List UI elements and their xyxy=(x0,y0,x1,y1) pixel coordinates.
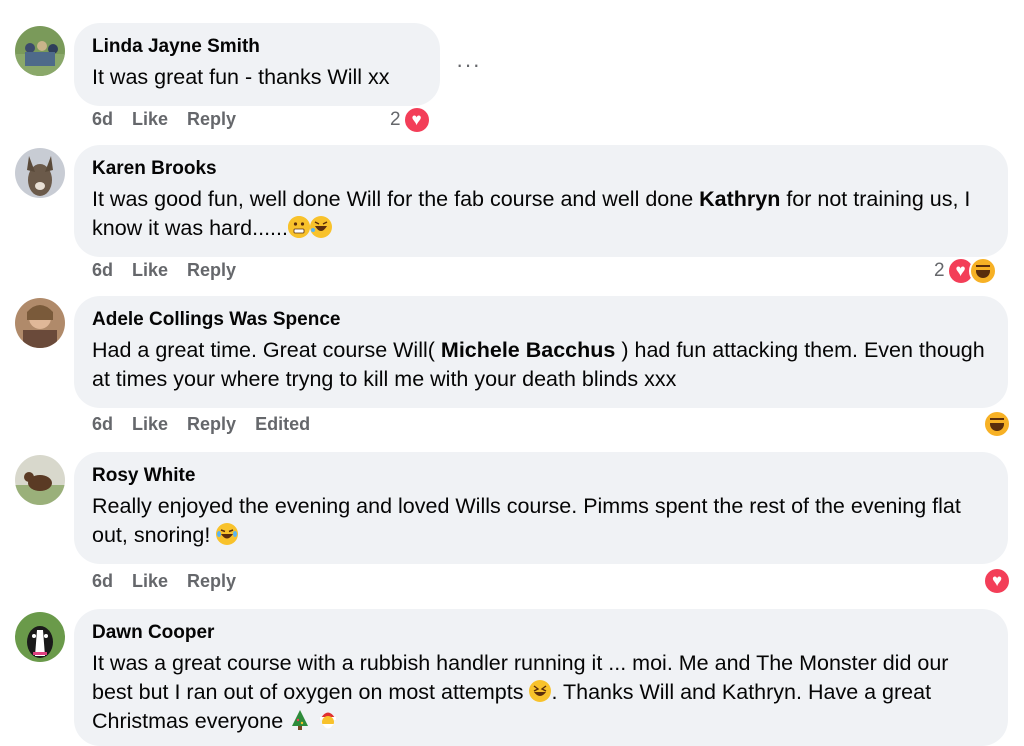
comment-bubble: Dawn Cooper It was a great course with a… xyxy=(74,609,1008,746)
comment-text: Really enjoyed the evening and loved Wil… xyxy=(92,492,990,550)
comment-text: It was great fun - thanks Will xx xyxy=(92,65,390,89)
love-reaction-icon xyxy=(402,106,431,134)
comment-bubble: Linda Jayne Smith It was great fun - tha… xyxy=(74,23,440,106)
comment-text: It was good fun, well done Will for the … xyxy=(92,185,990,243)
reply-button[interactable]: Reply xyxy=(187,571,236,592)
laughing-emoji-icon xyxy=(529,680,552,702)
like-button[interactable]: Like xyxy=(132,414,168,435)
comment-actions: 6d Like Reply xyxy=(92,109,236,130)
text-segment: Had a great time. Great course Will( xyxy=(92,338,441,362)
text-segment: It was good fun, well done Will for the … xyxy=(92,187,700,211)
reactions-summary[interactable] xyxy=(983,410,1011,438)
reaction-count: 2 xyxy=(390,109,401,130)
comment-author[interactable]: Karen Brooks xyxy=(92,158,990,180)
mention-michele-bacchus[interactable]: Michele Bacchus xyxy=(441,338,615,362)
haha-reaction-icon xyxy=(968,257,997,285)
avatar[interactable] xyxy=(15,26,65,76)
comment-time[interactable]: 6d xyxy=(92,414,113,435)
reactions-summary[interactable]: 2 xyxy=(390,106,431,134)
avatar[interactable] xyxy=(15,612,65,662)
grimace-emoji-icon xyxy=(287,216,310,238)
comment-bubble: Rosy White Really enjoyed the evening an… xyxy=(74,452,1008,564)
comment-author[interactable]: Rosy White xyxy=(92,465,990,487)
comment-author[interactable]: Adele Collings Was Spence xyxy=(92,309,990,331)
reply-button[interactable]: Reply xyxy=(187,109,236,130)
comment-text: Had a great time. Great course Will( Mic… xyxy=(92,336,990,394)
comment-author[interactable]: Linda Jayne Smith xyxy=(92,36,422,58)
like-button[interactable]: Like xyxy=(132,260,168,281)
reply-button[interactable]: Reply xyxy=(187,260,236,281)
more-options-icon[interactable]: ··· xyxy=(456,52,481,78)
tears-of-joy-emoji-icon xyxy=(216,523,239,545)
comment-actions: 6d Like Reply xyxy=(92,260,236,281)
like-button[interactable]: Like xyxy=(132,571,168,592)
christmas-tree-emoji-icon xyxy=(289,709,311,731)
haha-reaction-icon xyxy=(983,410,1011,438)
avatar[interactable] xyxy=(15,455,65,505)
comment-author[interactable]: Dawn Cooper xyxy=(92,622,990,644)
avatar[interactable] xyxy=(15,298,65,348)
reactions-summary[interactable]: 2 xyxy=(934,257,997,285)
reaction-count: 2 xyxy=(934,260,945,281)
edited-label[interactable]: Edited xyxy=(255,414,310,435)
like-button[interactable]: Like xyxy=(132,109,168,130)
santa-emoji-icon xyxy=(317,709,339,731)
comment-actions: 6d Like Reply Edited xyxy=(92,414,310,435)
rofl-emoji-icon xyxy=(309,216,332,238)
comment-time[interactable]: 6d xyxy=(92,109,113,130)
comment-bubble: Karen Brooks It was good fun, well done … xyxy=(74,145,1008,257)
comment-bubble: Adele Collings Was Spence Had a great ti… xyxy=(74,296,1008,408)
love-reaction-icon xyxy=(983,567,1011,595)
comment-time[interactable]: 6d xyxy=(92,571,113,592)
avatar[interactable] xyxy=(15,148,65,198)
reactions-summary[interactable] xyxy=(983,567,1011,595)
reply-button[interactable]: Reply xyxy=(187,414,236,435)
comment-text: It was a great course with a rubbish han… xyxy=(92,649,990,736)
mention-kathryn[interactable]: Kathryn xyxy=(699,187,780,211)
comment-time[interactable]: 6d xyxy=(92,260,113,281)
comment-actions: 6d Like Reply xyxy=(92,571,236,592)
